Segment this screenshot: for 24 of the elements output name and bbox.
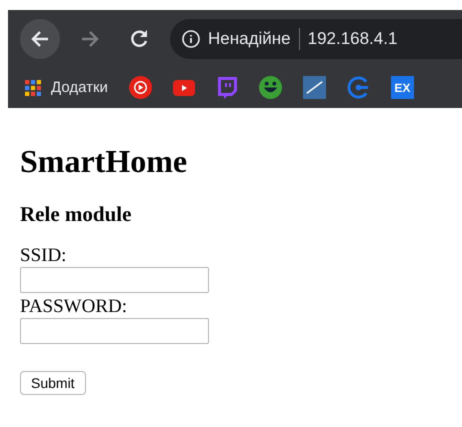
music-icon[interactable]: [128, 76, 152, 99]
chat-icon[interactable]: [216, 76, 238, 100]
forward-arrow-icon: [80, 28, 100, 48]
field-label: PASSWORD:: [20, 296, 128, 318]
bookmark-logo[interactable]: EX: [390, 76, 414, 99]
ring-logo-icon[interactable]: [346, 76, 370, 99]
field-label: SSID:: [20, 245, 66, 268]
address-bar[interactable]: Ненадійне 192.168.4.1: [170, 18, 462, 58]
submit-button[interactable]: Submit: [20, 371, 86, 396]
security-label: Ненадійне: [208, 28, 291, 48]
gauge-icon[interactable]: [302, 76, 326, 99]
apps-grid-icon: [25, 80, 41, 96]
reload-icon: [130, 28, 150, 48]
url-text: 192.168.4.1: [308, 28, 398, 48]
back-button[interactable]: [20, 18, 60, 58]
page-subtitle: Rele module: [20, 202, 132, 228]
apps-bookmark[interactable]: Додатки: [25, 79, 108, 96]
smiley-icon[interactable]: [258, 76, 282, 99]
page-title: SmartHome: [20, 142, 188, 180]
input-field[interactable]: [20, 318, 209, 344]
info-icon: [182, 30, 200, 48]
back-arrow-icon: [30, 28, 50, 48]
input-field[interactable]: [20, 267, 209, 294]
play-icon[interactable]: [172, 80, 195, 96]
